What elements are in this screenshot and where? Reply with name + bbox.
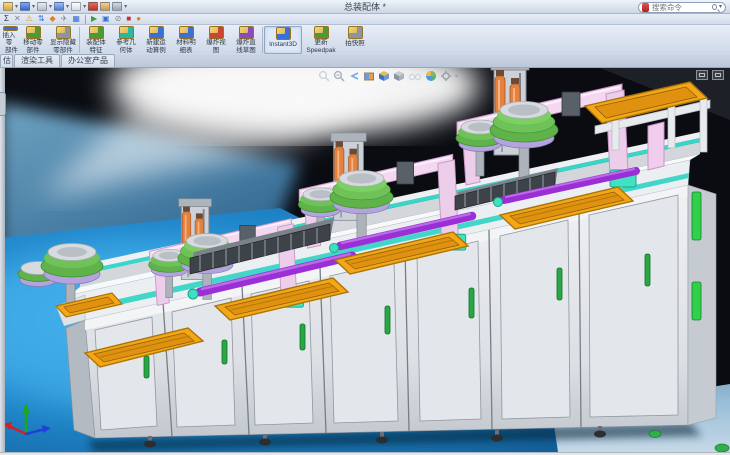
render-region-icon[interactable]: ■ (126, 15, 131, 23)
delete-icon[interactable]: ✕ (14, 15, 21, 23)
hide-show-items-icon[interactable] (408, 70, 422, 82)
select-tool-button[interactable] (71, 2, 81, 11)
heads-up-view-toolbar: ▾ (318, 70, 458, 82)
no-render-icon[interactable]: ⊘ (115, 15, 122, 23)
instant3d-button[interactable]: Instant3D (264, 26, 302, 54)
panel-expand-handle[interactable] (0, 92, 6, 116)
select-caret[interactable]: ▾ (83, 4, 86, 10)
reference-geometry-button[interactable]: 参考几 何体 (111, 26, 141, 54)
save-caret[interactable]: ▾ (32, 4, 35, 10)
document-window-controls (696, 70, 724, 80)
tab-render-tools[interactable]: 渲染工具 (14, 54, 60, 67)
open-button[interactable] (3, 2, 13, 11)
exploded-view-icon (209, 26, 224, 39)
tab-evaluate[interactable]: 估 (0, 54, 13, 67)
zoom-area-icon[interactable] (333, 70, 345, 82)
print-caret[interactable]: ▾ (49, 4, 52, 10)
vent-panel (692, 282, 701, 320)
show-hidden-components-button[interactable]: 显示隐藏 零部件 (48, 26, 78, 54)
section-view-icon[interactable] (363, 70, 375, 82)
quick-access-toolbar: ▾ ▾ ▾ ▾ ▾ ▾ (0, 2, 127, 11)
explode-line-sketch-button[interactable]: 爆炸直 线草图 (231, 26, 261, 54)
equations-icon[interactable]: Σ (4, 15, 9, 23)
view-settings-icon[interactable] (440, 70, 452, 82)
options-button[interactable] (112, 2, 122, 11)
show-hidden-components-icon (56, 26, 71, 39)
undo-button[interactable] (54, 2, 64, 11)
viewport-restore-button[interactable] (696, 70, 708, 80)
move-component-icon (26, 26, 41, 39)
interference-icon[interactable]: ⚠ (26, 15, 33, 23)
search-input[interactable] (652, 3, 712, 12)
mass-properties-icon[interactable]: ◆ (50, 15, 56, 23)
photoview-icon[interactable]: ▣ (102, 15, 110, 23)
update-speedpak-icon (314, 26, 329, 39)
measure-icon[interactable]: ⇅ (38, 15, 45, 23)
rebuild-button[interactable] (88, 2, 98, 11)
vent-panel (692, 192, 701, 240)
play-animation-icon[interactable]: ▶ (91, 15, 97, 23)
update-speedpak-button[interactable]: 更新 Speedpak (302, 26, 340, 54)
open-caret[interactable]: ▾ (15, 4, 18, 10)
reference-geometry-icon (119, 26, 134, 39)
graphics-area[interactable]: ▾ (0, 68, 730, 452)
title-bar: ▾ ▾ ▾ ▾ ▾ ▾ 总装配体 * ▾ (0, 0, 730, 14)
3d-viewport[interactable] (0, 68, 730, 452)
exploded-view-button[interactable]: 爆炸视 图 (201, 26, 231, 54)
standard-toolbar: Σ ✕ ⚠ ⇅ ◆ ✈ ▦ ▶ ▣ ⊘ ■ ● (0, 14, 730, 25)
instant3d-icon (276, 27, 291, 40)
explode-line-sketch-icon (239, 26, 254, 39)
toolbar-separator (85, 15, 86, 24)
feature-manager-collapsed-strip[interactable] (0, 68, 5, 452)
search-caret[interactable]: ▾ (719, 4, 722, 10)
print-button[interactable] (37, 2, 47, 11)
fly-through-icon[interactable]: ✈ (61, 15, 68, 23)
display-style-icon[interactable] (393, 70, 405, 82)
undo-caret[interactable]: ▾ (66, 4, 69, 10)
insert-components-icon (3, 26, 18, 31)
solidworks-logo-icon (642, 3, 649, 12)
insert-components-button[interactable]: 插入零 部件 (0, 26, 18, 54)
solidworks-window: ▾ ▾ ▾ ▾ ▾ ▾ 总装配体 * ▾ Σ ✕ ⚠ ⇅ ◆ ✈ ▦ ▶ ▣ ⊘… (0, 0, 730, 455)
take-snapshot-icon (348, 26, 363, 39)
new-motion-study-button[interactable]: 新建运 动算例 (141, 26, 171, 54)
file-properties-button[interactable] (100, 2, 110, 11)
zoom-fit-icon[interactable] (318, 70, 330, 82)
view-orientation-icon[interactable] (378, 70, 390, 82)
scene-icon[interactable]: ● (136, 15, 141, 23)
assembly-features-button[interactable]: 装配体 特征 (81, 26, 111, 54)
hud-caret[interactable]: ▾ (455, 73, 458, 80)
command-manager-ribbon: 插入零 部件 移动零 部件 显示隐藏 零部件 装配体 特征 参考几 何体 新建运… (0, 25, 730, 55)
bill-of-materials-button[interactable]: 材料明 细表 (171, 26, 201, 54)
move-component-button[interactable]: 移动零 部件 (18, 26, 48, 54)
search-icon (712, 4, 717, 10)
save-button[interactable] (20, 2, 30, 11)
command-manager-tabs: 估 渲染工具 办公室产品 (0, 55, 730, 68)
command-search[interactable]: ▾ (638, 2, 726, 13)
screen-capture-icon[interactable]: ▦ (72, 15, 80, 23)
bill-of-materials-icon (179, 26, 194, 39)
previous-view-icon[interactable] (348, 70, 360, 82)
assembly-features-icon (89, 26, 104, 39)
take-snapshot-button[interactable]: 拍快照 (340, 26, 370, 54)
tab-office-products[interactable]: 办公室产品 (61, 54, 115, 67)
ribbon-separator (79, 27, 80, 53)
new-motion-study-icon (149, 26, 164, 39)
ribbon-separator (262, 27, 263, 53)
apply-scene-icon[interactable] (425, 70, 437, 82)
viewport-close-button[interactable] (712, 70, 724, 80)
options-caret[interactable]: ▾ (124, 4, 127, 10)
